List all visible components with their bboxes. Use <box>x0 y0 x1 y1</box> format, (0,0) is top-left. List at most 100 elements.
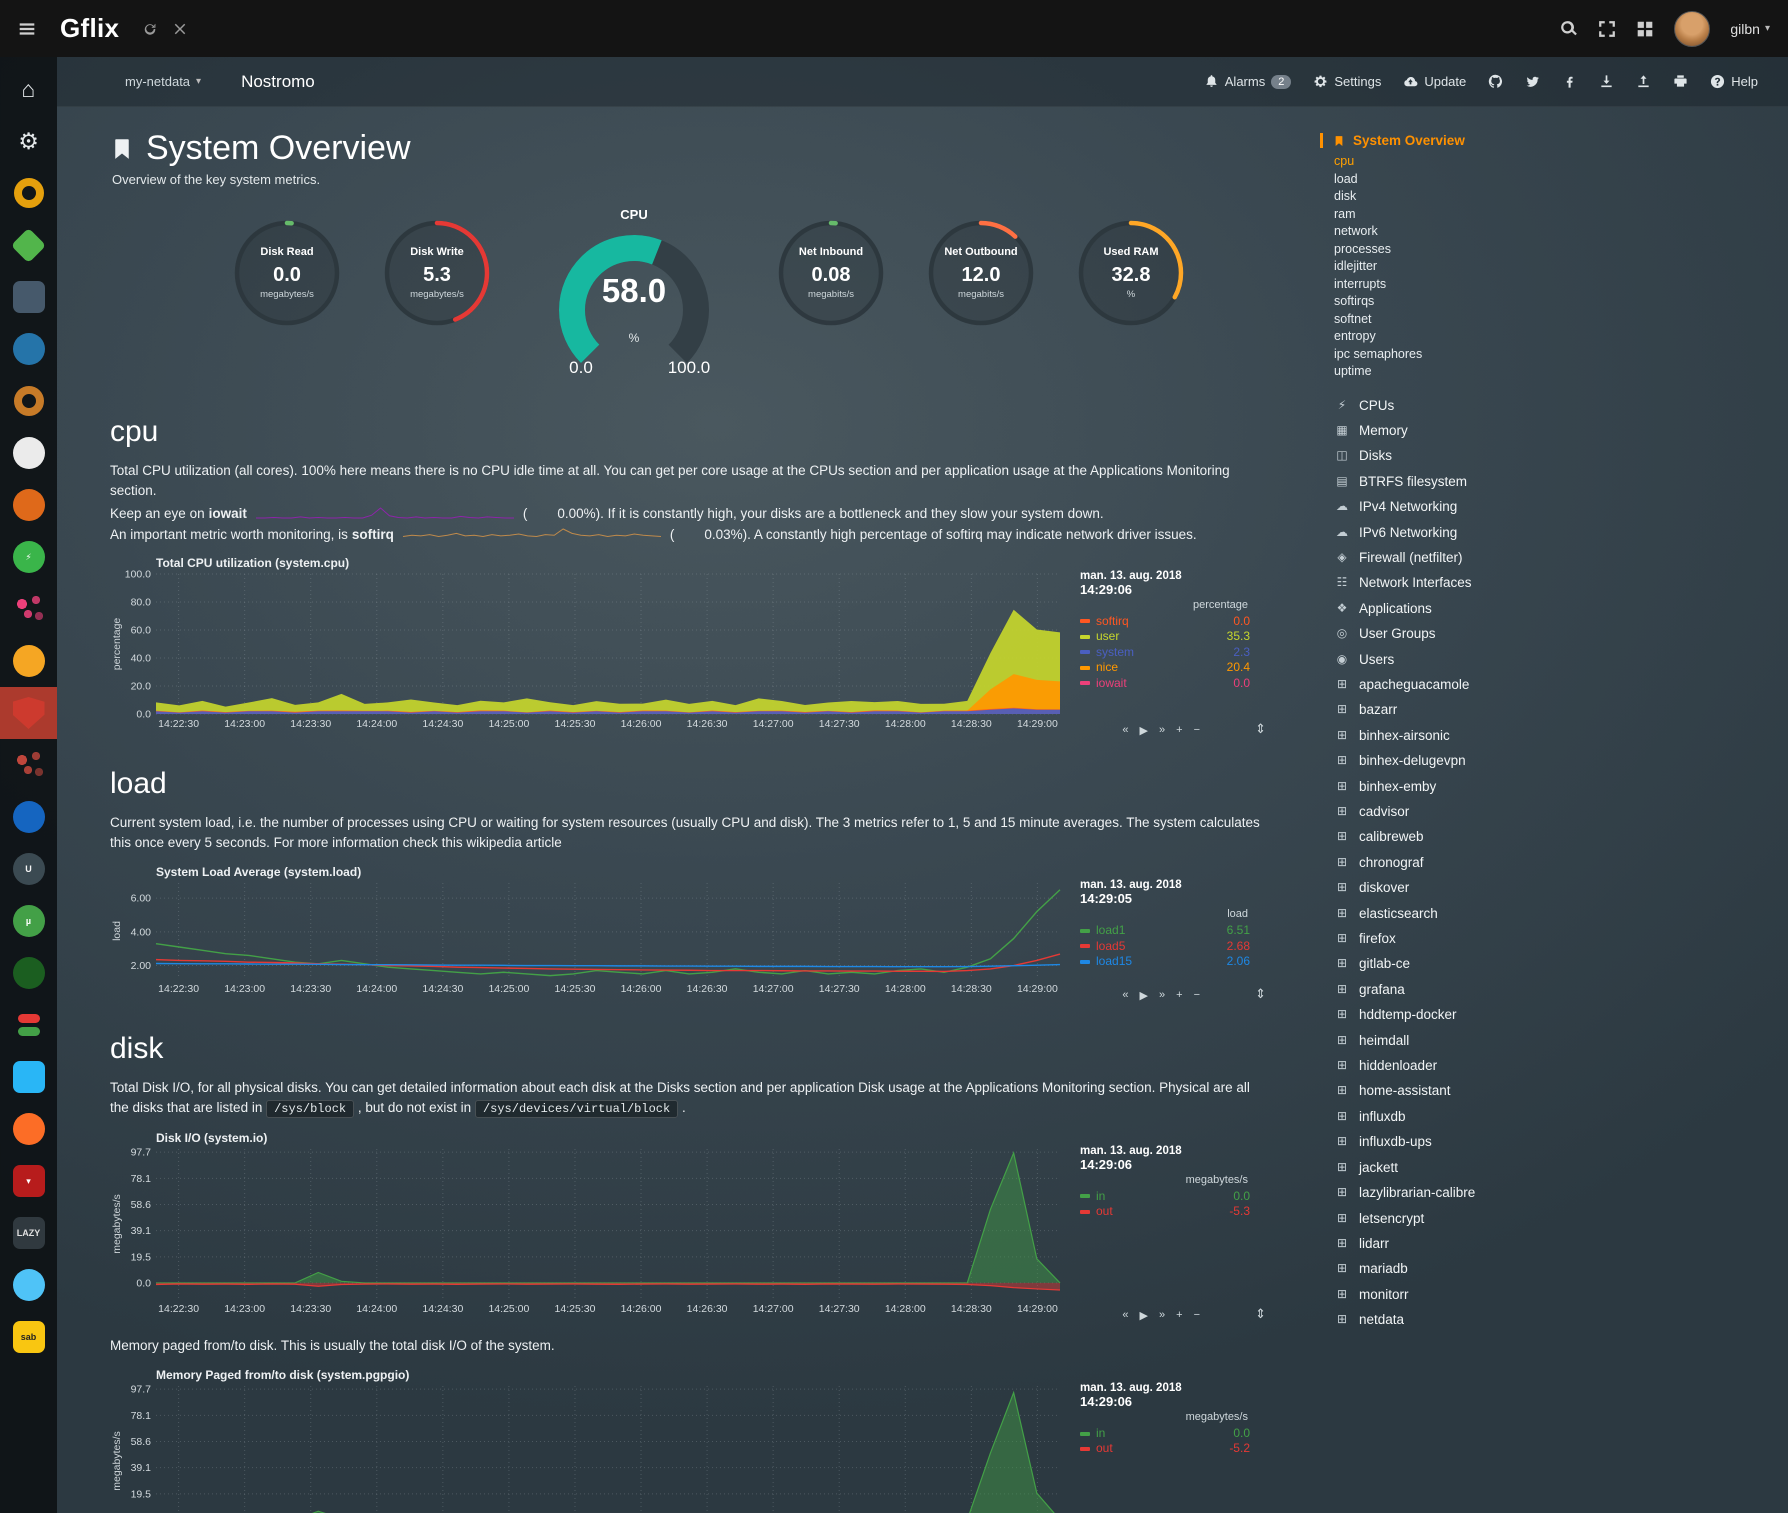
print-button[interactable] <box>1673 74 1688 89</box>
sidebar-app-trakt[interactable] <box>0 427 57 479</box>
github-button[interactable] <box>1488 74 1503 89</box>
fullscreen-icon[interactable] <box>1598 20 1616 38</box>
menu-section-memory[interactable]: ▦Memory <box>1320 418 1550 443</box>
avatar[interactable] <box>1674 11 1710 47</box>
menu-app-apacheguacamole[interactable]: ⊞apacheguacamole <box>1320 672 1550 697</box>
legend-series-softirq[interactable]: softirq0.0 <box>1080 614 1250 630</box>
zoom-out-button[interactable]: − <box>1194 989 1200 1002</box>
sidebar-app-portainer[interactable] <box>0 271 57 323</box>
rewind-button[interactable]: « <box>1122 989 1128 1002</box>
user-menu[interactable]: gilbn ▾ <box>1730 21 1770 37</box>
zoom-in-button[interactable]: + <box>1176 724 1182 737</box>
menu-app-bazarr[interactable]: ⊞bazarr <box>1320 697 1550 722</box>
menu-sub-uptime[interactable]: uptime <box>1334 363 1550 381</box>
resize-handle[interactable]: ⇕ <box>1255 721 1266 737</box>
menu-app-binhex-delugevpn[interactable]: ⊞binhex-delugevpn <box>1320 748 1550 773</box>
menu-app-mariadb[interactable]: ⊞mariadb <box>1320 1256 1550 1281</box>
sidebar-app-jackett[interactable] <box>0 375 57 427</box>
menu-section-users[interactable]: ◉Users <box>1320 647 1550 672</box>
menu-app-gitlab-ce[interactable]: ⊞gitlab-ce <box>1320 951 1550 976</box>
twitter-button[interactable] <box>1525 74 1540 89</box>
sidebar-app-airsonic[interactable] <box>0 323 57 375</box>
sidebar-app-sabnzbd[interactable]: sab <box>0 1311 57 1363</box>
menu-sub-network[interactable]: network <box>1334 223 1550 241</box>
chart-plot[interactable]: 14:22:3014:23:0014:23:3014:24:0014:24:30… <box>110 568 1068 737</box>
menu-app-chronograf[interactable]: ⊞chronograf <box>1320 850 1550 875</box>
menu-app-monitorr[interactable]: ⊞monitorr <box>1320 1282 1550 1307</box>
zoom-in-button[interactable]: + <box>1176 1309 1182 1322</box>
menu-app-influxdb-ups[interactable]: ⊞influxdb-ups <box>1320 1129 1550 1154</box>
chart-plot[interactable]: 14:22:3014:23:0014:23:3014:24:0014:24:30… <box>110 1380 1068 1513</box>
resize-handle[interactable]: ⇕ <box>1255 1306 1266 1322</box>
import-button[interactable] <box>1599 74 1614 89</box>
legend-series-iowait[interactable]: iowait0.0 <box>1080 676 1250 692</box>
chart-plot[interactable]: 14:22:3014:23:0014:23:3014:24:0014:24:30… <box>110 877 1068 1002</box>
zoom-out-button[interactable]: − <box>1194 724 1200 737</box>
sidebar-app-netdata[interactable] <box>0 687 57 739</box>
menu-section-disks[interactable]: ◫Disks <box>1320 443 1550 468</box>
forward-button[interactable]: » <box>1159 989 1165 1002</box>
update-button[interactable]: Update <box>1403 74 1466 89</box>
menu-app-binhex-airsonic[interactable]: ⊞binhex-airsonic <box>1320 723 1550 748</box>
sidebar-app-deluge[interactable] <box>0 1259 57 1311</box>
search-icon[interactable] <box>1560 20 1578 38</box>
menu-app-heimdall[interactable]: ⊞heimdall <box>1320 1028 1550 1053</box>
legend-series-nice[interactable]: nice20.4 <box>1080 660 1250 676</box>
menu-section-btrfs-filesystem[interactable]: ▤BTRFS filesystem <box>1320 469 1550 494</box>
menu-app-elasticsearch[interactable]: ⊞elasticsearch <box>1320 901 1550 926</box>
sidebar-app-cutt[interactable] <box>0 947 57 999</box>
zoom-out-button[interactable]: − <box>1194 1309 1200 1322</box>
close-tab-icon[interactable] <box>173 22 187 36</box>
menu-section-applications[interactable]: ❖Applications <box>1320 596 1550 621</box>
menu-app-netdata[interactable]: ⊞netdata <box>1320 1307 1550 1332</box>
menu-section-cpus[interactable]: ⚡CPUs <box>1320 393 1550 418</box>
menu-sub-softnet[interactable]: softnet <box>1334 311 1550 329</box>
export-button[interactable] <box>1636 74 1651 89</box>
alarms-button[interactable]: Alarms 2 <box>1204 74 1292 89</box>
menu-section-user-groups[interactable]: ◎User Groups <box>1320 621 1550 646</box>
menu-section-ipv6-networking[interactable]: ☁IPv6 Networking <box>1320 520 1550 545</box>
legend-series-load15[interactable]: load152.06 <box>1080 954 1250 970</box>
sidebar-app-lazylibrarian[interactable]: LAZY <box>0 1207 57 1259</box>
menu-sub-load[interactable]: load <box>1334 171 1550 189</box>
menu-app-calibreweb[interactable]: ⊞calibreweb <box>1320 824 1550 849</box>
sidebar-app-stats-app[interactable] <box>0 583 57 635</box>
sidebar-app-settings[interactable]: ⚙ <box>0 115 57 167</box>
menu-app-cadvisor[interactable]: ⊞cadvisor <box>1320 799 1550 824</box>
menu-app-grafana[interactable]: ⊞grafana <box>1320 977 1550 1002</box>
sidebar-app-tautulli[interactable] <box>0 167 57 219</box>
sidebar-app-ombi[interactable] <box>0 479 57 531</box>
menu-app-hiddenloader[interactable]: ⊞hiddenloader <box>1320 1053 1550 1078</box>
forward-button[interactable]: » <box>1159 1309 1165 1322</box>
host-dropdown[interactable]: my-netdata ▾ <box>125 74 201 89</box>
chart-canvas[interactable]: 14:22:3014:23:0014:23:3014:24:0014:24:30… <box>110 568 1068 732</box>
facebook-button[interactable] <box>1562 74 1577 89</box>
chart-canvas[interactable]: 14:22:3014:23:0014:23:3014:24:0014:24:30… <box>110 1380 1068 1513</box>
sidebar-app-utorrent[interactable]: µ <box>0 895 57 947</box>
menu-app-hddtemp-docker[interactable]: ⊞hddtemp-docker <box>1320 1002 1550 1027</box>
menu-sub-processes[interactable]: processes <box>1334 241 1550 259</box>
menu-sub-ipc-semaphores[interactable]: ipc semaphores <box>1334 346 1550 364</box>
zoom-in-button[interactable]: + <box>1176 989 1182 1002</box>
menu-system-overview[interactable]: System Overview <box>1320 133 1550 148</box>
resize-handle[interactable]: ⇕ <box>1255 986 1266 1002</box>
legend-series-out[interactable]: out-5.3 <box>1080 1204 1250 1220</box>
menu-section-ipv4-networking[interactable]: ☁IPv4 Networking <box>1320 494 1550 519</box>
chart-canvas[interactable]: 14:22:3014:23:0014:23:3014:24:0014:24:30… <box>110 1143 1068 1317</box>
sidebar-app-nzbget[interactable]: ⚡ <box>0 531 57 583</box>
apps-grid-icon[interactable] <box>1636 20 1654 38</box>
legend-series-load1[interactable]: load16.51 <box>1080 923 1250 939</box>
sidebar-app-heimdall[interactable] <box>0 1051 57 1103</box>
sidebar-app-home[interactable]: ⌂ <box>0 63 57 115</box>
menu-sub-cpu[interactable]: cpu <box>1334 153 1550 171</box>
legend-series-system[interactable]: system2.3 <box>1080 645 1250 661</box>
sidebar-app-emby[interactable] <box>0 219 57 271</box>
refresh-tab-icon[interactable] <box>143 22 157 36</box>
sidebar-app-duplicati[interactable] <box>0 791 57 843</box>
menu-section-firewall-netfilter-[interactable]: ◈Firewall (netfilter) <box>1320 545 1550 570</box>
menu-sub-ram[interactable]: ram <box>1334 206 1550 224</box>
play-button[interactable]: ▶ <box>1140 989 1148 1002</box>
sidebar-app-gitlab[interactable] <box>0 1103 57 1155</box>
chart-canvas[interactable]: 14:22:3014:23:0014:23:3014:24:0014:24:30… <box>110 877 1068 997</box>
menu-sub-entropy[interactable]: entropy <box>1334 328 1550 346</box>
